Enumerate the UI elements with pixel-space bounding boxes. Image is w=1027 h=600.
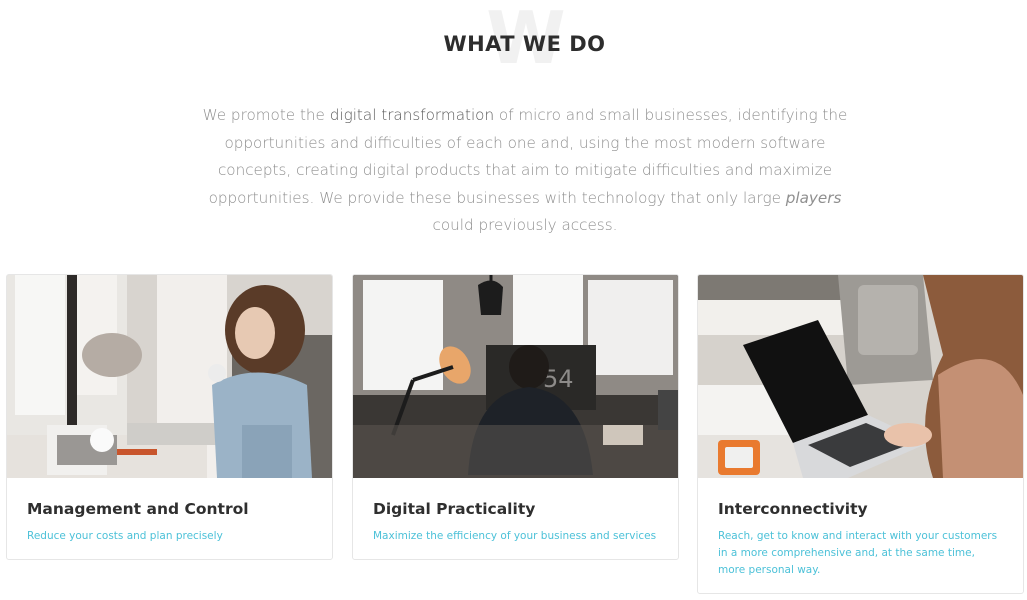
card-title[interactable]: Management and Control [27, 500, 312, 518]
card-image-2: 54 [353, 275, 678, 478]
intro-italic: players [785, 188, 842, 207]
section-title: WHAT WE DO [443, 32, 606, 56]
card-image-1 [7, 275, 332, 478]
intro-highlight: digital transformation [329, 106, 495, 124]
what-we-do-section: W WHAT WE DO We promote the digital tran… [0, 0, 1027, 600]
card-body: Interconnectivity Reach, get to know and… [698, 478, 1023, 593]
intro-text-3: could previously access. [432, 216, 618, 234]
card-description: Reach, get to know and interact with you… [718, 530, 998, 576]
woman-at-laptop-window-photo [7, 275, 332, 478]
man-at-desk-lamp-photo: 54 [353, 275, 678, 478]
service-card-management[interactable]: Management and Control Reduce your costs… [6, 274, 333, 560]
service-card-digital-practicality[interactable]: 54 Digital Practicality Maximize the eff… [352, 274, 679, 560]
card-description: Reduce your costs and plan precisely [27, 530, 223, 542]
intro-paragraph: We promote the digital transformation of… [200, 102, 850, 240]
card-image-3 [698, 275, 1023, 478]
intro-text-1: We promote the [202, 106, 330, 124]
section-heading: W WHAT WE DO [0, 0, 1027, 80]
card-body: Management and Control Reduce your costs… [7, 478, 332, 559]
card-body: Digital Practicality Maximize the effici… [353, 478, 678, 559]
card-description: Maximize the efficiency of your business… [373, 530, 657, 542]
woman-with-macbook-photo [698, 275, 1023, 478]
card-title[interactable]: Digital Practicality [373, 500, 658, 518]
service-card-interconnectivity[interactable]: Interconnectivity Reach, get to know and… [697, 274, 1024, 594]
card-title[interactable]: Interconnectivity [718, 500, 1003, 518]
